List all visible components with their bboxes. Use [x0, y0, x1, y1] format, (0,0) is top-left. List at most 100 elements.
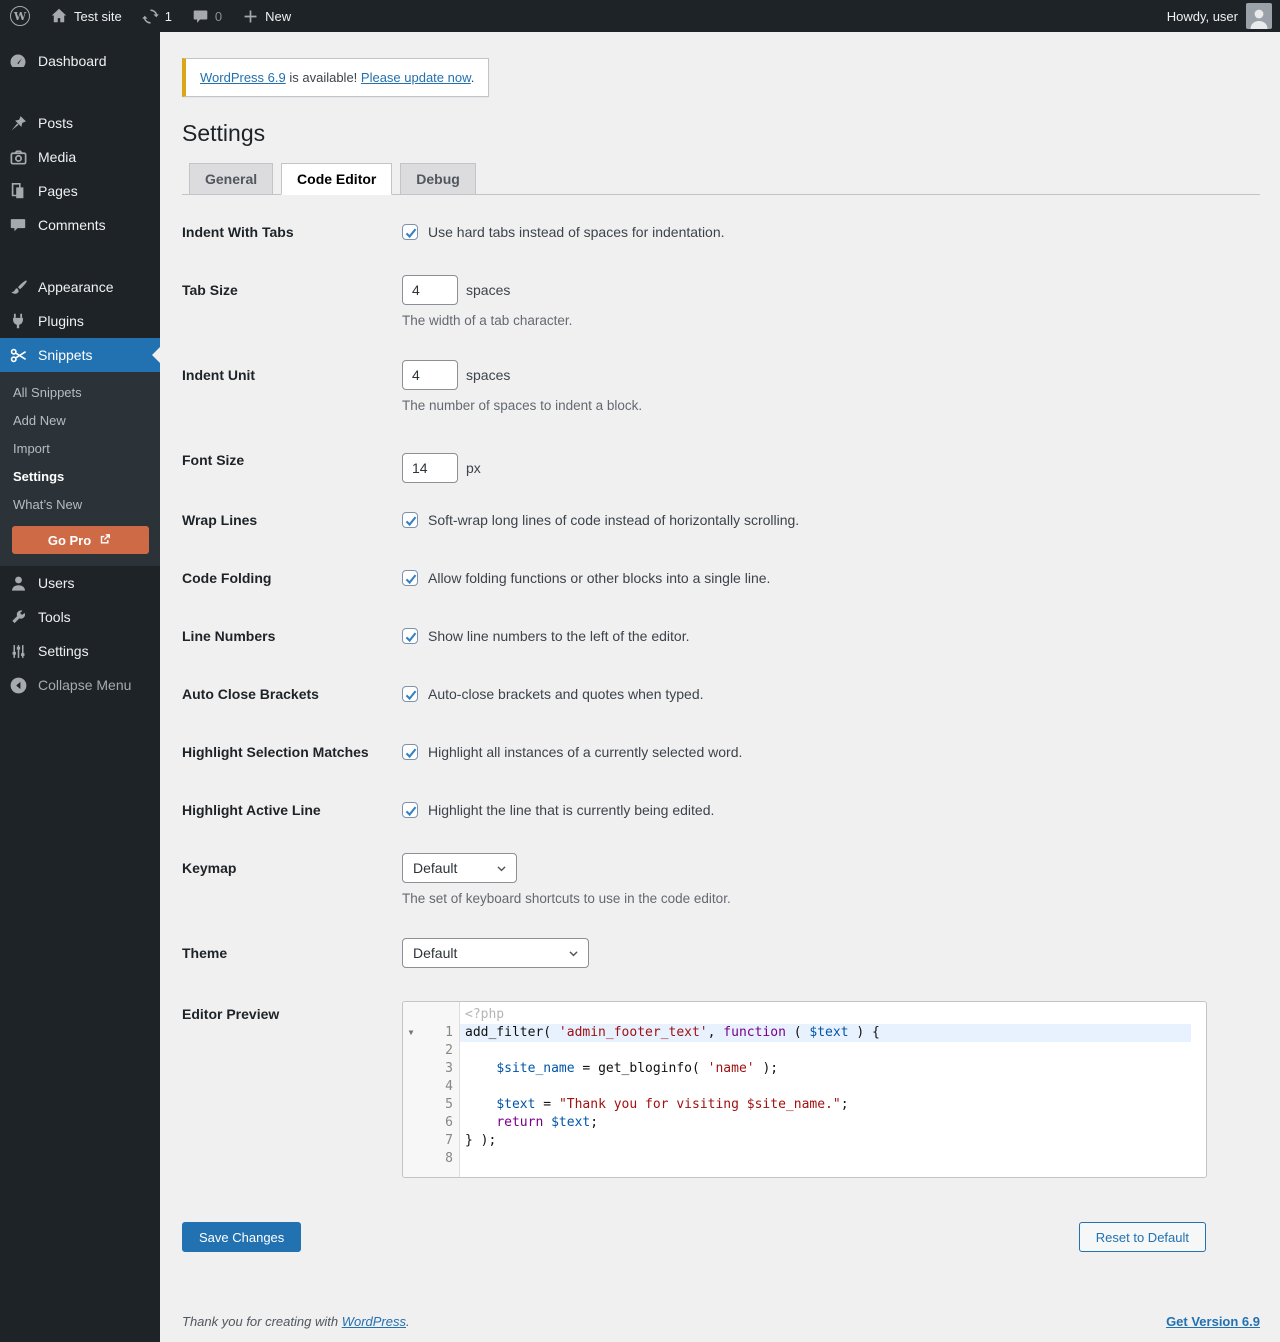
line-number: 6: [445, 1115, 453, 1130]
editor-code-area[interactable]: <?php add_filter( 'admin_footer_text', f…: [460, 1002, 1206, 1177]
submenu-item-all-snippets[interactable]: All Snippets: [0, 378, 160, 406]
wordpress-version-link[interactable]: WordPress 6.9: [200, 70, 286, 85]
font-size-input[interactable]: [402, 453, 458, 483]
setting-label: Code Folding: [182, 570, 272, 586]
sidebar-item-snippets[interactable]: Snippets: [0, 338, 160, 372]
sidebar-label: Collapse Menu: [38, 677, 132, 693]
code-folding-checkbox[interactable]: [402, 570, 418, 586]
line-numbers-checkbox[interactable]: [402, 628, 418, 644]
tab-debug[interactable]: Debug: [400, 163, 476, 195]
line-number: 1: [445, 1025, 453, 1040]
submenu-item-import[interactable]: Import: [0, 434, 160, 462]
paintbrush-icon: [8, 277, 28, 297]
setting-row-indent-unit: Indent Unit spaces The number of spaces …: [182, 346, 1260, 431]
admin-footer: Thank you for creating with WordPress. G…: [182, 1314, 1260, 1329]
footer-thanks-text: Thank you for creating with: [182, 1314, 342, 1329]
line-number: 2: [445, 1043, 453, 1058]
sidebar-label: Settings: [38, 643, 89, 659]
updates-link[interactable]: 1: [132, 0, 182, 32]
indent-unit-input[interactable]: [402, 360, 458, 390]
go-pro-button[interactable]: Go Pro: [11, 526, 149, 554]
tab-size-input[interactable]: [402, 275, 458, 305]
tab-code-editor[interactable]: Code Editor: [281, 163, 393, 195]
setting-label: Font Size: [182, 452, 245, 468]
fold-arrow-icon[interactable]: ▼: [403, 1024, 419, 1042]
wordpress-link[interactable]: WordPress: [342, 1314, 406, 1329]
indent-with-tabs-checkbox[interactable]: [402, 224, 418, 240]
code-line-5: $text = "Thank you for visiting $site_na…: [496, 1097, 849, 1112]
snippets-submenu: All Snippets Add New Import Settings Wha…: [0, 372, 160, 566]
submenu-item-add-new[interactable]: Add New: [0, 406, 160, 434]
sidebar-item-plugins[interactable]: Plugins: [0, 304, 160, 338]
please-update-link[interactable]: Please update now: [361, 70, 471, 85]
sidebar-item-pages[interactable]: Pages: [0, 174, 160, 208]
checkbox-description: Allow folding functions or other blocks …: [428, 570, 771, 586]
submenu-item-whats-new[interactable]: What’s New: [0, 490, 160, 518]
sidebar-item-tools[interactable]: Tools: [0, 600, 160, 634]
update-count: 1: [164, 8, 172, 24]
theme-select[interactable]: Default: [402, 938, 589, 968]
plug-icon: [8, 311, 28, 331]
auto-close-brackets-checkbox[interactable]: [402, 686, 418, 702]
code-line-1: add_filter( 'admin_footer_text', functio…: [460, 1024, 1191, 1042]
field-description: The number of spaces to indent a block.: [402, 398, 643, 413]
external-link-icon: [98, 532, 112, 549]
comments-link[interactable]: 0: [182, 0, 232, 32]
setting-label: Indent Unit: [182, 367, 256, 383]
collapse-menu-button[interactable]: Collapse Menu: [0, 668, 160, 702]
save-changes-button[interactable]: Save Changes: [182, 1222, 302, 1252]
selected-value: Default: [413, 860, 458, 876]
comment-bubble-icon: [192, 8, 209, 25]
wordpress-menu[interactable]: W: [0, 0, 40, 32]
setting-label: Keymap: [182, 860, 237, 876]
setting-row-auto-close-brackets: Auto Close Brackets Auto-close brackets …: [182, 665, 1260, 723]
camera-icon: [8, 147, 28, 167]
sidebar-item-appearance[interactable]: Appearance: [0, 270, 160, 304]
admin-bar: W Test site 1 0 New Howdy, user: [0, 0, 1280, 32]
code-editor-preview[interactable]: ▼ 1 2 3 4 5 6 7 8 <?php add_filter( 'admi…: [402, 1001, 1207, 1178]
sidebar-item-comments[interactable]: Comments: [0, 208, 160, 242]
sidebar-item-dashboard[interactable]: Dashboard: [0, 44, 160, 78]
tab-general[interactable]: General: [189, 163, 274, 195]
sidebar-label: Users: [38, 575, 75, 591]
new-content-menu[interactable]: New: [232, 0, 301, 32]
sidebar-label: Comments: [38, 217, 106, 233]
user-icon: [8, 573, 28, 593]
php-open-tag: <?php: [465, 1007, 505, 1022]
code-line-3: $site_name = get_bloginfo( 'name' );: [496, 1061, 779, 1076]
setting-label: Indent With Tabs: [182, 224, 294, 240]
settings-sliders-icon: [8, 641, 28, 661]
highlight-selection-matches-checkbox[interactable]: [402, 744, 418, 760]
submenu-item-settings[interactable]: Settings: [0, 462, 160, 490]
avatar[interactable]: [1246, 3, 1272, 29]
setting-label: Editor Preview: [182, 1006, 280, 1022]
howdy-text[interactable]: Howdy, user: [1167, 9, 1238, 24]
notice-period: .: [470, 70, 475, 85]
submenu-label: Add New: [13, 412, 66, 428]
checkbox-description: Auto-close brackets and quotes when type…: [428, 686, 704, 702]
highlight-active-line-checkbox[interactable]: [402, 802, 418, 818]
sidebar-label: Posts: [38, 115, 74, 131]
notice-text: is available!: [285, 70, 361, 85]
sidebar-label: Tools: [38, 609, 71, 625]
checkbox-description: Soft-wrap long lines of code instead of …: [428, 512, 800, 528]
field-description: The set of keyboard shortcuts to use in …: [402, 891, 731, 906]
sidebar-item-settings[interactable]: Settings: [0, 634, 160, 668]
keymap-select[interactable]: Default: [402, 853, 517, 883]
site-link[interactable]: Test site: [40, 0, 132, 32]
get-version-link[interactable]: Get Version 6.9: [1166, 1314, 1260, 1329]
code-editor-settings-form: Indent With Tabs Use hard tabs instead o…: [182, 195, 1260, 1252]
wordpress-logo-icon: W: [10, 6, 30, 26]
sidebar-item-media[interactable]: Media: [0, 140, 160, 174]
sidebar-item-posts[interactable]: Posts: [0, 106, 160, 140]
reset-to-default-button[interactable]: Reset to Default: [1078, 1222, 1206, 1252]
sidebar-item-users[interactable]: Users: [0, 566, 160, 600]
setting-row-font-size: Font Size px: [182, 431, 1260, 491]
line-number: 7: [445, 1133, 453, 1148]
code-line-6: return $text;: [496, 1115, 599, 1130]
checkbox-description: Use hard tabs instead of spaces for inde…: [428, 224, 725, 240]
update-icon: [141, 8, 159, 25]
wrap-lines-checkbox[interactable]: [402, 512, 418, 528]
